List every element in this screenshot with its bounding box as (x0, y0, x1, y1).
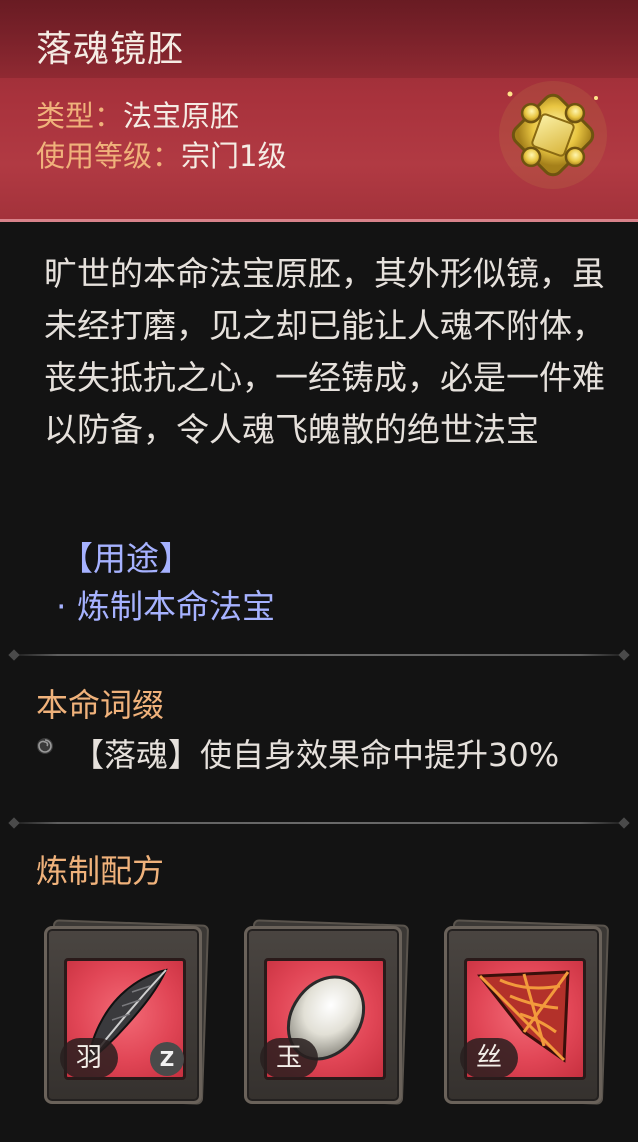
item-header: 落魂镜胚 类型：法宝原胚 使用等级：宗门1级 (0, 0, 638, 222)
swirl-icon (37, 738, 53, 754)
item-type-row: 类型：法宝原胚 (36, 93, 239, 135)
usage-heading: 【用途】 (60, 539, 192, 578)
section-divider (8, 654, 630, 656)
material-label: 丝 (460, 1038, 518, 1078)
material-label: 羽 (60, 1038, 118, 1078)
recipe-slot-feather[interactable]: 羽 (40, 918, 210, 1105)
item-description: 旷世的本命法宝原胚，其外形似镜，虽未经打磨，见之却已能让人魂不附体，丧失抵抗之心… (44, 254, 605, 449)
item-level-row: 使用等级：宗门1级 (36, 133, 286, 175)
recipe-slot-jade[interactable]: 玉 (240, 918, 410, 1105)
golden-mirror-icon (499, 81, 607, 189)
recipe-section-title: 炼制配方 (36, 852, 165, 890)
material-label: 玉 (260, 1038, 318, 1078)
item-level-value: 宗门1级 (181, 139, 287, 173)
section-divider (8, 822, 630, 824)
recipe-slot-silk[interactable]: 丝 (440, 918, 610, 1105)
item-type-label: 类型： (36, 99, 124, 133)
item-name: 落魂镜胚 (36, 29, 185, 70)
item-level-label: 使用等级： (36, 139, 182, 173)
usage-item: · 炼制本命法宝 (56, 587, 275, 626)
item-type-value: 法宝原胚 (123, 99, 240, 133)
affix-entry: 【落魂】使自身效果命中提升30% (72, 736, 560, 774)
z-badge[interactable]: Z (150, 1042, 184, 1076)
affix-section-title: 本命词缀 (36, 686, 165, 724)
